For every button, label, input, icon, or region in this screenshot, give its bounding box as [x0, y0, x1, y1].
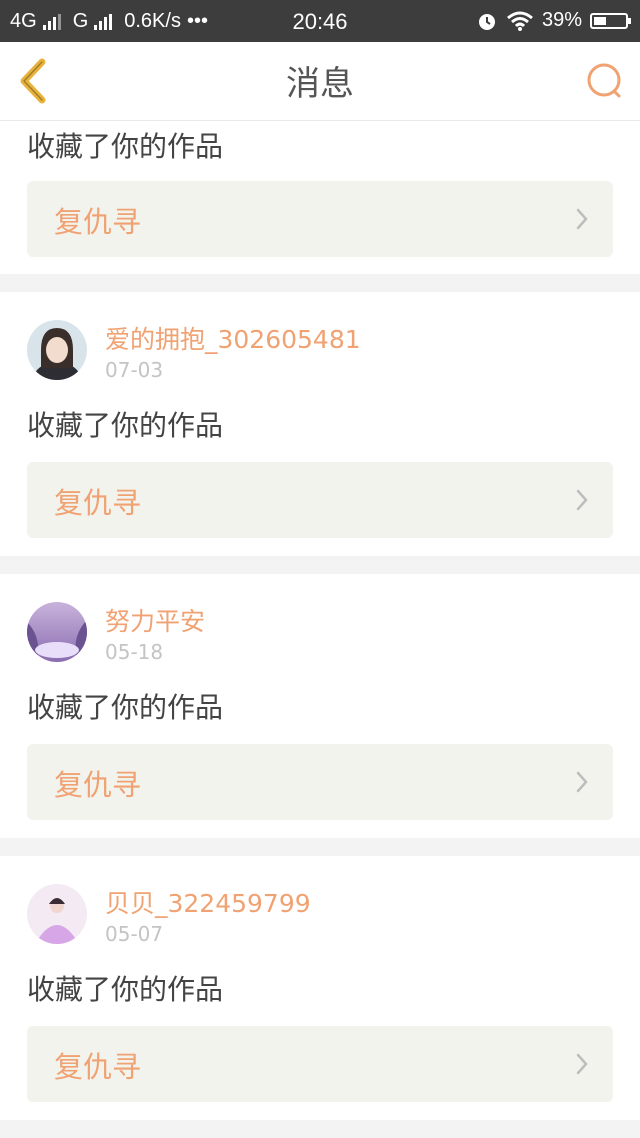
message-card: 爱的拥抱_302605481 07-03 收藏了你的作品 复仇寻 [0, 292, 640, 556]
work-title: 复仇寻 [54, 768, 142, 802]
work-title: 复仇寻 [54, 486, 142, 520]
status-bar: 4G G 0.6K/s ••• 20:46 39% [0, 0, 640, 42]
message-card: 收藏了你的作品 复仇寻 [0, 121, 640, 274]
message-action: 收藏了你的作品 [27, 130, 224, 163]
message-action: 收藏了你的作品 [27, 691, 224, 724]
message-card: 贝贝_322459799 05-07 收藏了你的作品 复仇寻 [0, 856, 640, 1120]
message-action: 收藏了你的作品 [27, 409, 224, 442]
work-link[interactable]: 复仇寻 [27, 181, 613, 257]
avatar[interactable] [27, 320, 87, 380]
message-date: 05-07 [105, 922, 164, 946]
chevron-right-icon [576, 208, 588, 230]
battery-fill [594, 16, 606, 25]
status-right: 39% [476, 9, 631, 32]
battery-percent: 39% [541, 9, 582, 31]
alarm-icon [478, 13, 495, 30]
avatar-image [27, 320, 87, 380]
username[interactable]: 贝贝_322459799 [105, 884, 311, 920]
avatar[interactable] [27, 884, 87, 944]
avatar-image [27, 602, 87, 662]
search-button[interactable] [584, 60, 626, 102]
work-title: 复仇寻 [54, 205, 142, 239]
battery-icon [590, 12, 631, 29]
nav-bar: 消息 [0, 42, 640, 121]
chevron-right-icon [576, 1053, 588, 1075]
message-date: 05-18 [105, 640, 164, 664]
work-link[interactable]: 复仇寻 [27, 462, 613, 538]
wifi-icon [507, 11, 533, 31]
work-link[interactable]: 复仇寻 [27, 1026, 613, 1102]
message-date: 07-03 [105, 358, 164, 382]
avatar[interactable] [27, 602, 87, 662]
message-card: 努力平安 05-18 收藏了你的作品 复仇寻 [0, 574, 640, 838]
message-action: 收藏了你的作品 [27, 973, 224, 1006]
avatar-image [27, 884, 87, 944]
page-title: 消息 [286, 64, 354, 104]
username[interactable]: 爱的拥抱_302605481 [105, 320, 361, 356]
username[interactable]: 努力平安 [105, 602, 205, 638]
work-title: 复仇寻 [54, 1050, 142, 1084]
work-link[interactable]: 复仇寻 [27, 744, 613, 820]
chevron-right-icon [576, 489, 588, 511]
chevron-right-icon [576, 771, 588, 793]
search-icon [587, 63, 621, 98]
